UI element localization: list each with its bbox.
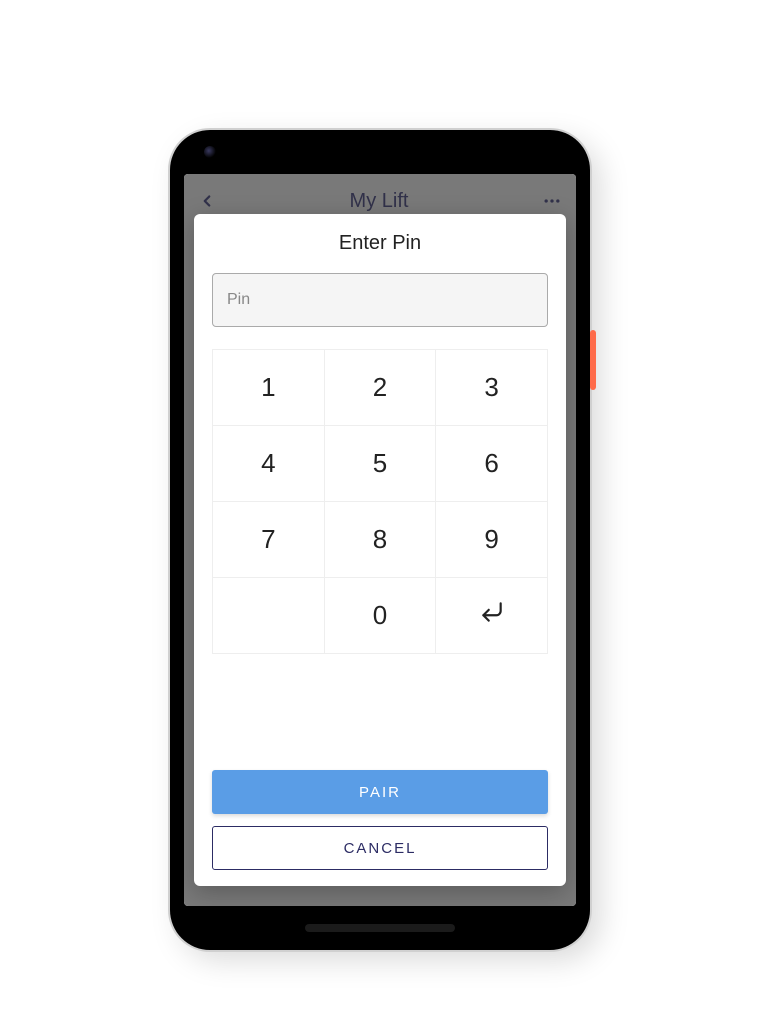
key-1[interactable]: 1 <box>213 350 325 426</box>
key-3[interactable]: 3 <box>436 350 548 426</box>
key-blank <box>213 578 325 654</box>
key-5[interactable]: 5 <box>325 426 437 502</box>
key-8[interactable]: 8 <box>325 502 437 578</box>
pair-button[interactable]: PAIR <box>212 770 548 814</box>
screen: My Lift Enter Pin 1 2 3 4 5 6 7 8 9 <box>184 174 576 906</box>
phone-frame: My Lift Enter Pin 1 2 3 4 5 6 7 8 9 <box>170 130 590 950</box>
enter-pin-dialog: Enter Pin 1 2 3 4 5 6 7 8 9 0 <box>194 214 566 886</box>
keypad: 1 2 3 4 5 6 7 8 9 0 <box>212 349 548 654</box>
pin-input[interactable] <box>212 273 548 327</box>
enter-icon <box>479 599 505 632</box>
key-4[interactable]: 4 <box>213 426 325 502</box>
key-0[interactable]: 0 <box>325 578 437 654</box>
key-6[interactable]: 6 <box>436 426 548 502</box>
key-enter[interactable] <box>436 578 548 654</box>
cancel-button[interactable]: CANCEL <box>212 826 548 870</box>
key-7[interactable]: 7 <box>213 502 325 578</box>
key-9[interactable]: 9 <box>436 502 548 578</box>
dialog-title: Enter Pin <box>212 232 548 255</box>
phone-speaker <box>305 924 455 932</box>
phone-power-button <box>590 330 596 390</box>
key-2[interactable]: 2 <box>325 350 437 426</box>
